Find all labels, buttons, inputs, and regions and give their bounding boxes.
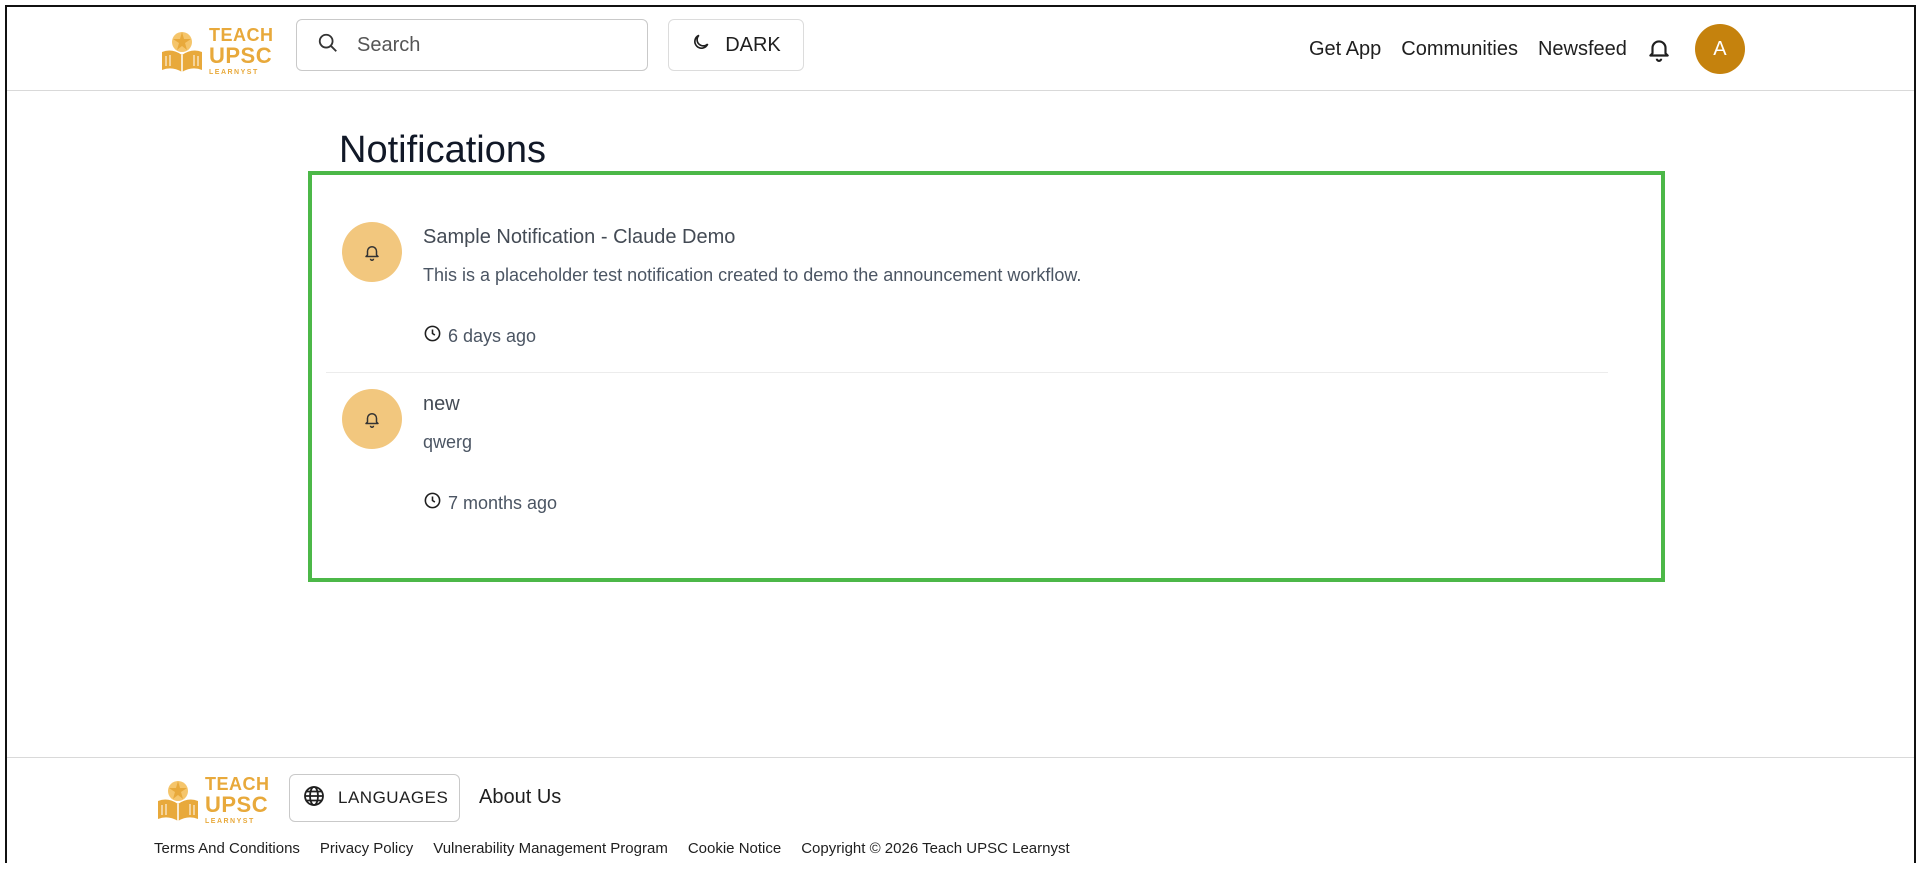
logo-text-upsc: UPSC [209,43,273,68]
notification-bell-icon [342,389,402,449]
footer-links: Terms And Conditions Privacy Policy Vuln… [154,840,1090,857]
notification-bell-icon [342,222,402,282]
clock-icon [423,324,442,348]
terms-link[interactable]: Terms And Conditions [154,840,300,857]
vulnerability-link[interactable]: Vulnerability Management Program [433,840,668,857]
logo-text-learnyst: LEARNYST [205,818,255,825]
logo-text-learnyst: LEARNYST [209,69,259,76]
notification-body: qwerg [423,432,473,452]
nav-get-app[interactable]: Get App [1309,38,1381,61]
top-nav: Get App Communities Newsfeed A [1309,7,1745,91]
top-header: TEACH UPSC LEARNYST DARK Get App Communi… [7,7,1914,91]
notification-time: 7 months ago [423,491,557,515]
languages-button[interactable]: LANGUAGES [289,774,460,822]
logo-book-icon [159,28,205,74]
app-window: TEACH UPSC LEARNYST DARK Get App Communi… [5,5,1916,865]
notification-title: new [423,393,460,415]
languages-label: LANGUAGES [338,788,449,807]
notification-time-text: 6 days ago [448,325,537,346]
search-box[interactable] [296,19,648,71]
logo-text-teach: TEACH [205,774,270,794]
logo-text-teach: TEACH [209,25,274,45]
user-avatar[interactable]: A [1694,24,1745,74]
notification-item[interactable]: Sample Notification - Claude Demo This i… [312,175,1661,375]
about-us-link[interactable]: About Us [479,786,561,809]
site-footer: TEACH UPSC LEARNYST LANGUAGES About Us T… [7,757,1914,865]
notification-item[interactable]: new qwerg 7 months ago [312,373,1661,573]
copyright-text: Copyright © 2026 Teach UPSC Learnyst [801,840,1070,857]
cookie-notice-link[interactable]: Cookie Notice [688,840,781,857]
logo-text-upsc: UPSC [205,792,269,817]
nav-communities[interactable]: Communities [1401,38,1518,61]
search-icon [317,32,339,59]
page-title: Notifications [339,129,546,171]
search-input[interactable] [357,33,617,57]
notification-time: 6 days ago [423,324,536,348]
footer-logo[interactable]: TEACH UPSC LEARNYST [155,775,270,825]
notification-body: This is a placeholder test notification … [423,265,1082,285]
privacy-link[interactable]: Privacy Policy [320,840,413,857]
dark-mode-label: DARK [725,33,781,56]
notifications-bell-icon[interactable] [1645,35,1673,63]
clock-icon [423,491,442,515]
globe-icon [302,784,326,813]
notification-title: Sample Notification - Claude Demo [423,226,736,248]
notification-time-text: 7 months ago [448,492,558,513]
site-logo[interactable]: TEACH UPSC LEARNYST [159,26,274,76]
moon-icon [691,32,711,58]
nav-newsfeed[interactable]: Newsfeed [1538,38,1627,61]
notifications-panel: Sample Notification - Claude Demo This i… [308,171,1665,582]
logo-book-icon [155,777,201,823]
dark-mode-button[interactable]: DARK [668,19,804,71]
